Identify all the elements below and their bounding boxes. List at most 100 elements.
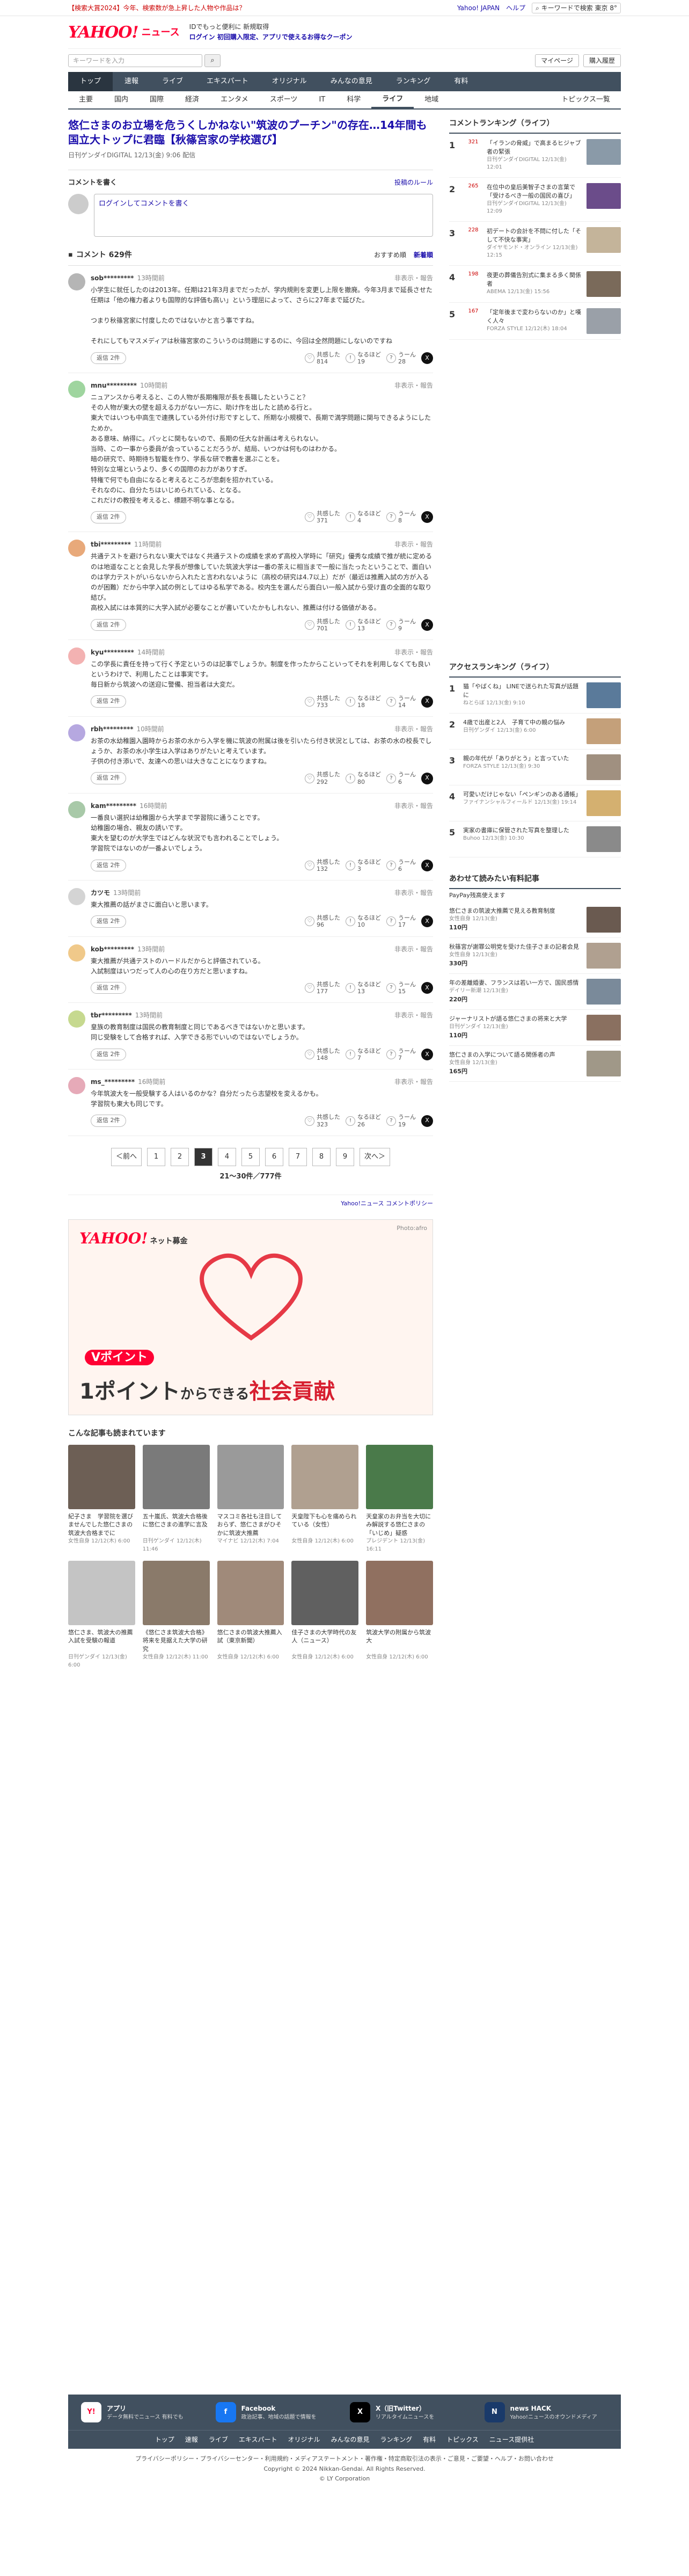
- pager-page[interactable]: 9: [336, 1147, 354, 1166]
- comment-input[interactable]: ログインしてコメントを書く: [94, 193, 433, 237]
- naruhodo-vote[interactable]: ! なるほど 26: [346, 1114, 381, 1128]
- login-link[interactable]: ログイン 初回購入限定、アプリで使えるお得なクーポン: [189, 32, 353, 42]
- paid-item[interactable]: 秋篠宮が謝罪公明党を受けた佳子さまの記者会見 女性自身 12/13(金) 330円: [449, 938, 621, 974]
- access-item[interactable]: 4 可愛いだけじゃない「ペンギンのある通帳」 ファイナンシャルフィールド 12/13…: [449, 785, 621, 821]
- related-item[interactable]: 天皇陛下も心を痛められている（女性） 女性自身 12/12(木) 6:00: [291, 1444, 359, 1553]
- related-item[interactable]: 《悠仁さま筑波大合格》将来を見据えた大学の研究 女性自身 12/12(木) 11:…: [142, 1560, 210, 1669]
- related-item[interactable]: マスコミ各社も注目しておらず、悠仁さまがひそかに筑波大推薦 マイナビ 12/12(…: [217, 1444, 284, 1553]
- x-share-icon[interactable]: X: [421, 772, 433, 784]
- naruhodo-vote[interactable]: ! なるほど 19: [346, 351, 381, 365]
- reply-button[interactable]: 返信 2件: [91, 1048, 126, 1061]
- subnav-sports[interactable]: スポーツ: [259, 91, 309, 108]
- access-item[interactable]: 3 親の年代が「ありがとう」と言っていた FORZA STYLE 12/13(金) …: [449, 749, 621, 785]
- subnav-main[interactable]: 主要: [68, 91, 104, 108]
- report-link[interactable]: 非表示・報告: [394, 381, 433, 390]
- report-link[interactable]: 非表示・報告: [394, 801, 433, 811]
- report-link[interactable]: 非表示・報告: [394, 724, 433, 734]
- report-link[interactable]: 非表示・報告: [394, 647, 433, 657]
- report-link[interactable]: 非表示・報告: [394, 1010, 433, 1020]
- reply-button[interactable]: 返信 2件: [91, 511, 126, 523]
- naruhodo-vote[interactable]: ! なるほど 4: [346, 510, 381, 524]
- related-item[interactable]: 佳子さまの大学時代の友人（ニュース） 女性自身 12/12(木) 6:00: [291, 1560, 359, 1669]
- purchase-history-button[interactable]: 購入履歴: [583, 54, 621, 67]
- pager-prev[interactable]: ＜前へ: [111, 1147, 142, 1166]
- x-share-icon[interactable]: X: [421, 511, 433, 523]
- related-item[interactable]: 天皇家のお弁当を大切にみ解説する悠仁さまの「いじめ」疑惑 プレジデント 12/13…: [366, 1444, 433, 1553]
- subnav-science[interactable]: 科学: [336, 91, 371, 108]
- related-item[interactable]: 筑波大学の附属から筑波大 女性自身 12/12(木) 6:00: [366, 1560, 433, 1669]
- uun-vote[interactable]: ? うーん 6: [386, 858, 416, 872]
- naruhodo-vote[interactable]: ! なるほど 10: [346, 914, 381, 928]
- footer-link[interactable]: トピックス: [446, 2435, 479, 2444]
- empathy-vote[interactable]: ♡ 共感した 733: [305, 695, 340, 709]
- reply-button[interactable]: 返信 2件: [91, 859, 126, 871]
- naruhodo-vote[interactable]: ! なるほど 18: [346, 695, 381, 709]
- gnav-original[interactable]: オリジナル: [260, 72, 319, 91]
- gnav-paid[interactable]: 有料: [442, 72, 480, 91]
- sort-newest[interactable]: 新着順: [414, 250, 433, 260]
- report-link[interactable]: 非表示・報告: [394, 1077, 433, 1087]
- access-item[interactable]: 2 4歳で出産と2人 子育て中の親の悩み 日刊ゲンダイ 12/13(金) 6:00: [449, 714, 621, 749]
- news-logo[interactable]: ニュース: [142, 25, 180, 40]
- reply-button[interactable]: 返信 2件: [91, 981, 126, 994]
- subnav-domestic[interactable]: 国内: [104, 91, 139, 108]
- x-share-icon[interactable]: X: [421, 915, 433, 928]
- ranking-item[interactable]: 1 321 「イランの脅威」で高まるヒジャブ者の緊張 日刊ゲンダイDIGITAL 12…: [449, 134, 621, 178]
- comment-user[interactable]: tbr*********: [91, 1010, 132, 1020]
- related-item[interactable]: 悠仁さまの筑波大推薦入試（東京新聞） 女性自身 12/12(木) 6:00: [217, 1560, 284, 1669]
- subnav-economy[interactable]: 経済: [174, 91, 210, 108]
- footer-item[interactable]: X X（旧Twitter） リアルタイムニュースを: [350, 2402, 474, 2422]
- ranking-item[interactable]: 2 265 在位中の皇后美智子さまの言葉で「受けるべき一般の国民の喜び」 日刊ゲンダイ…: [449, 178, 621, 222]
- access-item[interactable]: 5 実家の書庫に保管された写真を整理した Buhoo 12/13(金) 10:30: [449, 821, 621, 857]
- footer-policy-links[interactable]: プライバシーポリシー・プライバシーセンター・利用規約・メディアステートメント・著…: [0, 2454, 689, 2464]
- footer-link[interactable]: 速報: [185, 2435, 198, 2444]
- comment-user[interactable]: kob*********: [91, 944, 134, 954]
- footer-link[interactable]: トップ: [155, 2435, 174, 2444]
- x-share-icon[interactable]: X: [421, 618, 433, 631]
- paid-item[interactable]: 年の差離婚妻、フランスは若い一方で、国民感情 デイリー新潮 12/13(金) 220…: [449, 974, 621, 1010]
- search-input[interactable]: キーワードを入力: [68, 54, 202, 67]
- empathy-vote[interactable]: ♡ 共感した 323: [305, 1114, 340, 1128]
- comment-policy-link[interactable]: Yahoo!ニュース コメントポリシー: [68, 1195, 433, 1209]
- reply-button[interactable]: 返信 2件: [91, 618, 126, 631]
- gnav-flash[interactable]: 速報: [113, 72, 150, 91]
- related-item[interactable]: 五十嵐氏、筑波大合格後に悠仁さまの進学に言及 日刊ゲンダイ 12/12(木) 11…: [142, 1444, 210, 1553]
- subnav-world[interactable]: 国際: [139, 91, 174, 108]
- empathy-vote[interactable]: ♡ 共感した 177: [305, 981, 340, 995]
- empathy-vote[interactable]: ♡ 共感した 701: [305, 618, 340, 632]
- subnav-life[interactable]: ライフ: [371, 91, 414, 108]
- x-share-icon[interactable]: X: [421, 859, 433, 871]
- naruhodo-vote[interactable]: ! なるほど 7: [346, 1047, 381, 1061]
- pager-page[interactable]: 1: [147, 1147, 165, 1166]
- reply-button[interactable]: 返信 2件: [91, 915, 126, 928]
- yahoo-logo[interactable]: YAHOO!: [68, 20, 139, 45]
- subnav-local[interactable]: 地域: [414, 91, 449, 108]
- help-link[interactable]: ヘルプ: [506, 3, 525, 13]
- ranking-item[interactable]: 3 228 初デートの会計を不問に付した「そして不快な事実」 ダイヤモンド・オンライン…: [449, 222, 621, 266]
- comment-user[interactable]: rbh*********: [91, 724, 134, 734]
- topics-list-link[interactable]: トピックス一覧: [551, 91, 621, 108]
- naruhodo-vote[interactable]: ! なるほど 13: [346, 981, 381, 995]
- x-share-icon[interactable]: X: [421, 695, 433, 708]
- related-item[interactable]: 悠仁さま、筑波大の推薦入試を受験の報道 日刊ゲンダイ 12/13(金) 6:00: [68, 1560, 135, 1669]
- gnav-expert[interactable]: エキスパート: [195, 72, 260, 91]
- empathy-vote[interactable]: ♡ 共感した 132: [305, 858, 340, 872]
- naruhodo-vote[interactable]: ! なるほど 3: [346, 858, 381, 872]
- report-link[interactable]: 非表示・報告: [394, 944, 433, 954]
- article-title[interactable]: 悠仁さまのお立場を危うくしかねない"筑波のプーチン"の存在…14年間も国立大トッ…: [68, 118, 433, 147]
- promo-link[interactable]: 【検索大賞2024】今年、検索数が急上昇した人物や作品は？: [68, 3, 246, 13]
- subnav-it[interactable]: IT: [308, 91, 336, 108]
- comment-user[interactable]: カツモ: [91, 888, 110, 898]
- paid-item[interactable]: ジャーナリストが語る悠仁さまの将来と大学 日刊ゲンダイ 12/13(金) 110円: [449, 1010, 621, 1046]
- id-promo[interactable]: IDでもっと便利に 新規取得: [189, 22, 353, 32]
- report-link[interactable]: 非表示・報告: [394, 540, 433, 549]
- footer-link[interactable]: エキスパート: [239, 2435, 277, 2444]
- x-share-icon[interactable]: X: [421, 1048, 433, 1060]
- empathy-vote[interactable]: ♡ 共感した 96: [305, 914, 340, 928]
- paid-item[interactable]: 悠仁さまの筑波大推薦で見える教育制度 女性自身 12/13(金) 110円: [449, 902, 621, 938]
- related-item[interactable]: 紀子さま 学習院を選びませんでした悠仁さまの筑波大合格までに 女性自身 12/12…: [68, 1444, 135, 1553]
- report-link[interactable]: 非表示・報告: [394, 888, 433, 898]
- comment-user[interactable]: sob*********: [91, 273, 134, 283]
- ranking-item[interactable]: 5 167 「定年後まで変わらないのか」と嘆く人々 FORZA STYLE 12/12…: [449, 303, 621, 340]
- uun-vote[interactable]: ? うーん 15: [386, 981, 416, 995]
